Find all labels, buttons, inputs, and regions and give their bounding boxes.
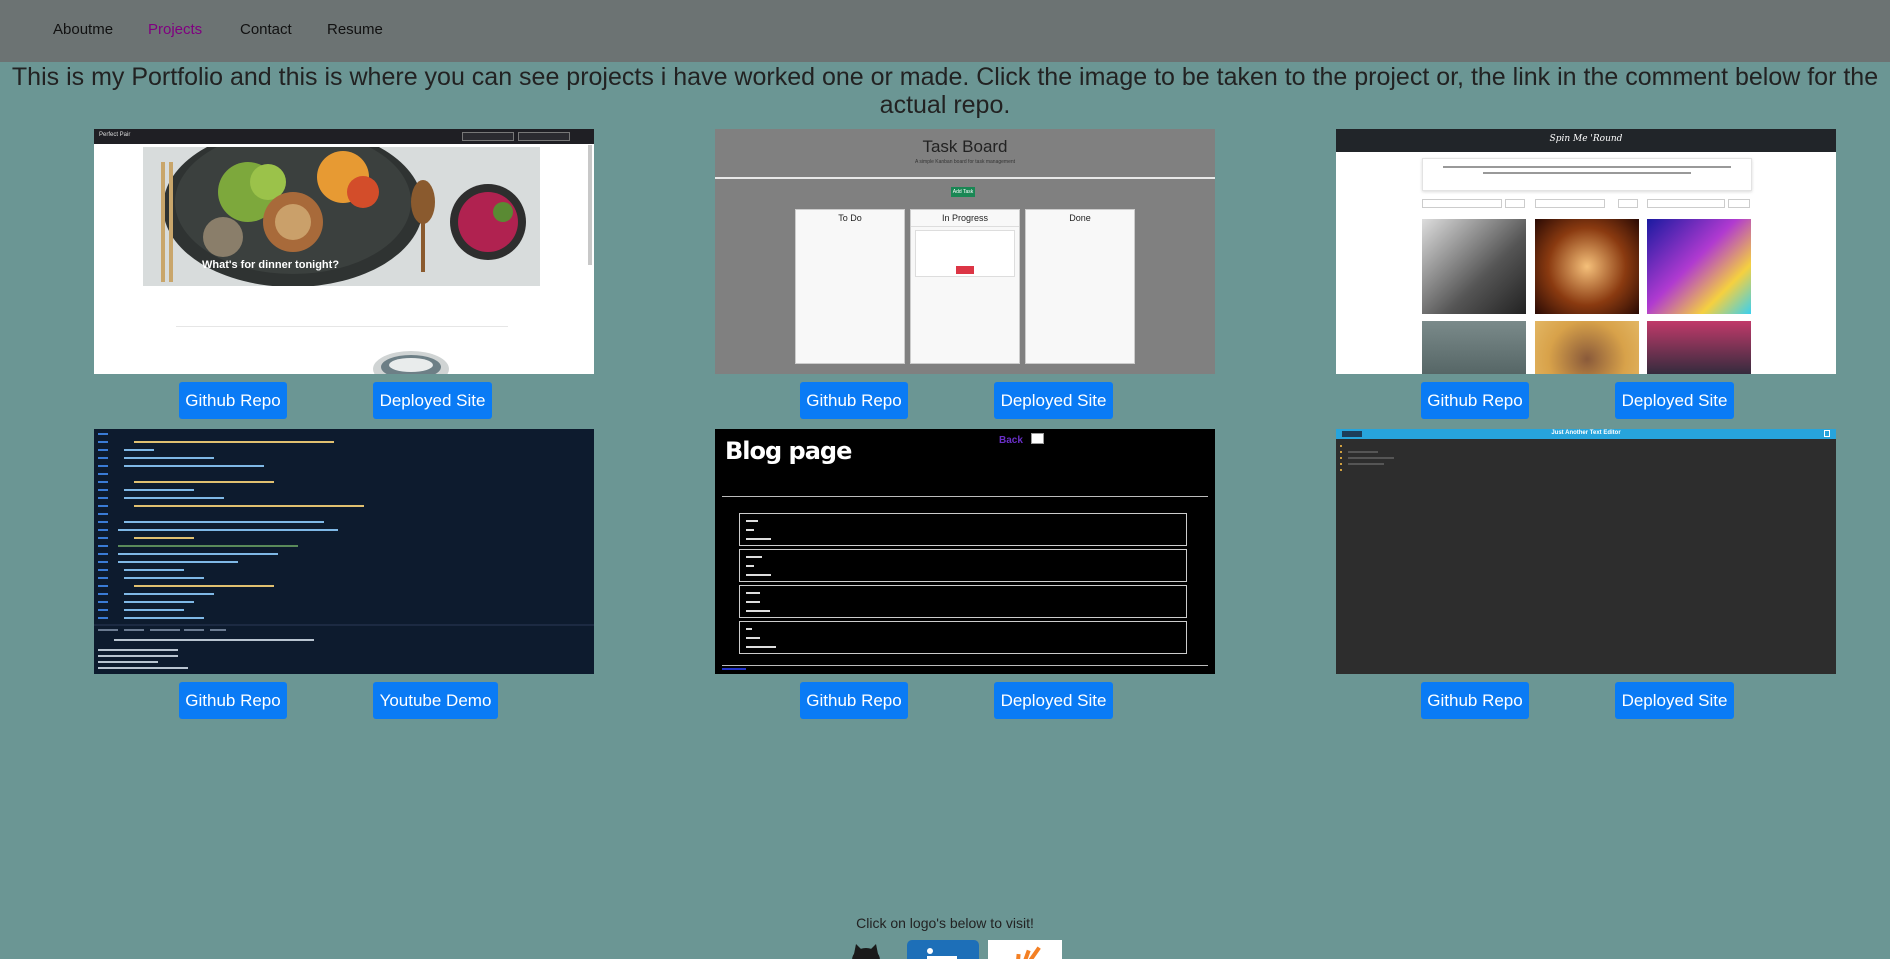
column-title: In Progress xyxy=(941,213,989,223)
footer-text: Click on logo's below to visit! xyxy=(856,915,1034,931)
intro-text: This is my Portfolio and this is where y… xyxy=(11,63,1879,119)
code-editor-illustration xyxy=(94,429,594,674)
album-cover xyxy=(1535,321,1639,374)
youtube-demo-button[interactable]: Youtube Demo xyxy=(373,682,498,719)
nav-projects[interactable]: Projects xyxy=(148,21,202,38)
linkedin-logo-icon[interactable] xyxy=(907,940,979,959)
blog-theme-toggle xyxy=(1031,433,1044,444)
project-screenshot-blog[interactable]: Blog page Back xyxy=(715,429,1215,674)
project-screenshot-code[interactable] xyxy=(94,429,594,674)
add-task-button: Add Task xyxy=(951,187,975,197)
install-icon xyxy=(1824,430,1830,437)
search-song-input xyxy=(1647,199,1725,208)
project-screenshot-recipe[interactable]: Perfect Pair What's for dinner tonight? xyxy=(94,129,594,374)
github-repo-button[interactable]: Github Repo xyxy=(1421,682,1529,719)
music-header: Spin Me 'Round xyxy=(1336,129,1836,152)
project-screenshot-taskboard[interactable]: Task Board A simple Kanban board for tas… xyxy=(715,129,1215,374)
blog-divider xyxy=(722,496,1208,497)
album-cover xyxy=(1647,321,1751,374)
taskboard-title: Task Board xyxy=(922,137,1008,156)
navbar: Aboutme Projects Contact Resume xyxy=(0,0,1890,62)
nav-aboutme[interactable]: Aboutme xyxy=(53,21,113,38)
github-repo-button[interactable]: Github Repo xyxy=(179,382,287,419)
album-cover xyxy=(1647,219,1751,314)
deployed-site-button[interactable]: Deployed Site xyxy=(994,682,1113,719)
screenshot-input xyxy=(518,132,570,141)
screenshot-navbar: Perfect Pair xyxy=(94,129,594,144)
nav-resume[interactable]: Resume xyxy=(327,21,383,38)
editor-title-bar: Just Another Text Editor xyxy=(1336,429,1836,439)
github-repo-button[interactable]: Github Repo xyxy=(800,682,908,719)
delete-task-button xyxy=(956,266,974,274)
deployed-site-button[interactable]: Deployed Site xyxy=(1615,382,1734,419)
nav-contact[interactable]: Contact xyxy=(240,21,292,38)
taskboard-divider xyxy=(715,177,1215,179)
search-button xyxy=(1505,199,1525,208)
screenshot-brand: Perfect Pair xyxy=(99,132,131,138)
search-button xyxy=(1618,199,1638,208)
blog-back-link: Back xyxy=(999,435,1023,446)
deployed-site-button[interactable]: Deployed Site xyxy=(994,382,1113,419)
music-title: Spin Me 'Round xyxy=(1549,134,1623,144)
github-repo-button[interactable]: Github Repo xyxy=(1421,382,1529,419)
stackoverflow-logo-icon[interactable] xyxy=(988,940,1062,959)
blog-post xyxy=(739,621,1187,654)
album-cover xyxy=(1422,219,1526,314)
column-title: To Do xyxy=(838,213,862,223)
blog-divider xyxy=(722,665,1208,666)
blog-post xyxy=(739,585,1187,618)
music-description-box xyxy=(1422,158,1752,191)
screenshot-divider xyxy=(176,326,508,327)
search-artist-input xyxy=(1422,199,1502,208)
project-screenshot-text-editor[interactable]: Just Another Text Editor xyxy=(1336,429,1836,674)
github-repo-button[interactable]: Github Repo xyxy=(179,682,287,719)
album-cover xyxy=(1422,321,1526,374)
blog-post xyxy=(739,549,1187,582)
screenshot-input xyxy=(462,132,514,141)
editor-line-numbers xyxy=(1340,445,1394,471)
blog-post xyxy=(739,513,1187,546)
bowl-thumbnail xyxy=(373,351,449,374)
search-button xyxy=(1728,199,1750,208)
screenshot-scrollbar xyxy=(588,145,592,265)
blog-title: Blog page xyxy=(725,437,852,465)
github-logo-icon[interactable] xyxy=(846,940,886,959)
album-cover xyxy=(1535,219,1639,314)
editor-title: Just Another Text Editor xyxy=(1551,430,1621,436)
task-card xyxy=(915,230,1015,277)
done-column: Done xyxy=(1025,209,1135,364)
deployed-site-button[interactable]: Deployed Site xyxy=(1615,682,1734,719)
in-progress-column: In Progress xyxy=(910,209,1020,364)
taskboard-subtitle: A simple Kanban board for task managemen… xyxy=(914,159,1016,165)
deployed-site-button[interactable]: Deployed Site xyxy=(373,382,492,419)
github-repo-button[interactable]: Github Repo xyxy=(800,382,908,419)
search-album-input xyxy=(1535,199,1605,208)
hero-caption: What's for dinner tonight? xyxy=(202,259,340,271)
todo-column: To Do xyxy=(795,209,905,364)
project-screenshot-music[interactable]: Spin Me 'Round xyxy=(1336,129,1836,374)
column-title: Done xyxy=(1069,213,1091,223)
column-divider xyxy=(911,226,1019,227)
blog-footer-link xyxy=(722,668,746,670)
